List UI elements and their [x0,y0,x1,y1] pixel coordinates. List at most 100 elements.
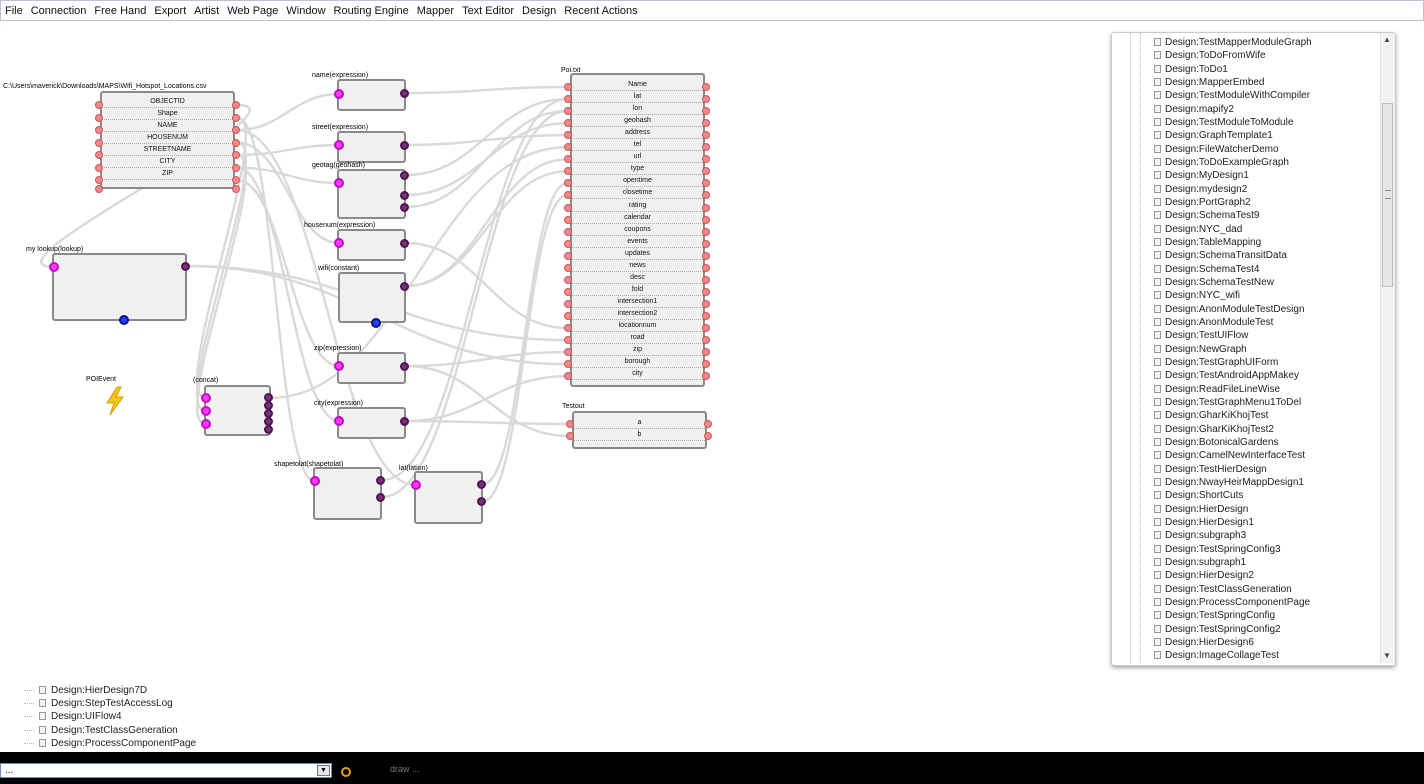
lat-node-output-port[interactable] [477,497,486,506]
poi-in-port[interactable] [564,227,572,236]
tree-scroll-thumb[interactable] [1382,103,1393,287]
csv-in-port[interactable] [95,163,103,172]
connection-wire[interactable] [405,85,568,95]
menu-connection[interactable]: Connection [27,5,91,17]
csv-out-port[interactable] [232,151,240,159]
csv-in-port[interactable] [95,101,103,109]
csv-out-port[interactable] [232,163,240,172]
poi-in-port[interactable] [564,251,572,260]
street-expr-output-port[interactable] [400,141,409,150]
housenum-expr-input-port[interactable] [334,238,344,248]
concat-node[interactable] [204,385,271,436]
lat-node-output-port[interactable] [477,480,486,489]
connection-wire[interactable] [405,364,570,438]
testout-out-port[interactable] [704,420,712,428]
menu-routing-engine[interactable]: Routing Engine [330,5,413,17]
poi-in-port[interactable] [564,239,572,248]
city-expr-input-port[interactable] [334,416,344,426]
poi-in-port[interactable] [564,203,572,212]
housenum-expr-node[interactable] [337,229,406,261]
geotag-output-port[interactable] [400,203,409,212]
concat-input-port[interactable] [201,393,211,403]
menu-file[interactable]: File [1,5,27,17]
menu-window[interactable]: Window [282,5,329,17]
zip-expr-node[interactable] [337,352,406,384]
housenum-expr-output-port[interactable] [400,239,409,248]
name-expr-input-port[interactable] [334,89,344,99]
menu-export[interactable]: Export [150,5,190,17]
name-expr-output-port[interactable] [400,89,409,98]
csv-in-port[interactable] [95,176,103,184]
tree-scrollbar[interactable]: ▲ ▼ [1380,33,1395,663]
poi-out-port[interactable] [702,83,710,91]
shape-to-lat-input-port[interactable] [310,476,320,486]
poi-out-port[interactable] [702,311,710,320]
zip-expr-output-port[interactable] [400,362,409,371]
csv-in-port[interactable] [95,113,103,122]
testout-node[interactable]: ab [572,411,707,449]
wifi-event-port[interactable] [371,318,381,328]
poi-txt-node[interactable]: Name lat lon geohash address tel url type openti… [570,73,705,387]
geotag-input-port[interactable] [334,178,344,188]
name-expr-node[interactable] [337,79,406,111]
poi-out-port[interactable] [702,95,710,104]
menu-design[interactable]: Design [518,5,560,17]
geotag-output-port[interactable] [400,191,409,200]
graph-canvas[interactable]: C:\Users\maverick\Downloads\MAPS\Wifi_Ho… [0,22,1108,752]
poi-in-port[interactable] [564,336,572,345]
poi-out-port[interactable] [702,227,710,236]
menu-text-editor[interactable]: Text Editor [458,5,518,17]
lat-node-input-port[interactable] [411,480,421,490]
poi-out-port[interactable] [702,336,710,345]
csv-in-port[interactable] [95,126,103,134]
menu-artist[interactable]: Artist [190,5,223,17]
menu-free-hand[interactable]: Free Hand [90,5,150,17]
poi-in-port[interactable] [564,263,572,272]
csv-in-port[interactable] [95,151,103,159]
street-expr-node[interactable] [337,131,406,163]
poi-in-port[interactable] [564,215,572,224]
poi-out-port[interactable] [702,324,710,332]
wifi-const-output-port[interactable] [400,282,409,291]
lookup-output-port[interactable] [181,262,190,271]
poi-in-port[interactable] [564,311,572,320]
concat-input-port[interactable] [201,406,211,416]
csv-out-port[interactable] [232,113,240,122]
csv-out-port[interactable] [232,126,240,134]
menu-mapper[interactable]: Mapper [413,5,458,17]
scroll-down-icon[interactable]: ▼ [1383,651,1391,661]
poi-out-port[interactable] [702,263,710,272]
shape-to-lat-node[interactable] [313,467,382,520]
csv-out-port[interactable] [232,184,240,193]
lookup-input-port[interactable] [49,262,59,272]
testout-in-port[interactable] [566,420,574,428]
connection-wire[interactable] [236,178,340,368]
menu-web-page[interactable]: Web Page [223,5,282,17]
poi-out-port[interactable] [702,287,710,296]
shape-to-lat-output-port[interactable] [376,476,385,485]
shape-to-lat-output-port[interactable] [376,493,385,502]
csv-out-port[interactable] [232,101,240,109]
zip-expr-input-port[interactable] [334,361,344,371]
city-expr-output-port[interactable] [400,417,409,426]
city-expr-node[interactable] [337,407,406,439]
csv-in-port[interactable] [95,138,103,147]
lookup-node[interactable] [52,253,187,321]
poi-in-port[interactable] [564,324,572,332]
connection-wire[interactable] [405,419,570,426]
testout-out-port[interactable] [704,432,712,440]
menu-recent-actions[interactable]: Recent Actions [560,5,641,17]
concat-output-port[interactable] [264,425,273,434]
design-tree-panel[interactable]: Design:TestMapperModuleGraph Design:ToDoF… [1111,32,1396,666]
poi-out-port[interactable] [702,239,710,248]
scroll-up-icon[interactable]: ▲ [1383,35,1391,45]
poi-out-port[interactable] [702,299,710,308]
lat-node-node[interactable] [414,471,483,524]
poi-out-port[interactable] [702,251,710,260]
connection-wire[interactable] [405,375,568,423]
csv-out-port[interactable] [232,138,240,147]
poi-in-port[interactable] [564,83,572,91]
csv-source-node[interactable]: OBJECTID Shape NAME HOUSENUM STREETNAME CITY Z… [100,91,235,189]
csv-in-port[interactable] [95,184,103,193]
geotag-output-port[interactable] [400,171,409,180]
